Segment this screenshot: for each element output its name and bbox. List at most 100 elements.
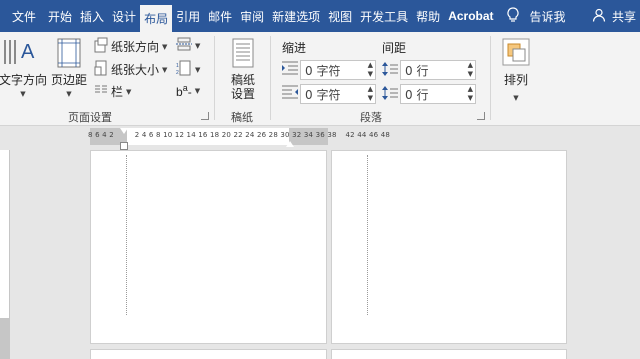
margins-button[interactable]: 页边距 ▼ xyxy=(50,36,88,101)
line-numbers-icon: 12 xyxy=(176,60,192,79)
tab-new[interactable]: 新建选项 xyxy=(268,0,324,32)
tab-file[interactable]: 文件 xyxy=(4,0,44,32)
tab-view[interactable]: 视图 xyxy=(324,0,356,32)
manuscript-group-label: 稿纸 xyxy=(231,111,253,124)
tab-design[interactable]: 设计 xyxy=(108,0,140,32)
lightbulb-icon xyxy=(506,6,520,26)
size-button[interactable]: 纸张大小 ▼ xyxy=(94,60,167,79)
size-label: 纸张大小 xyxy=(111,63,160,77)
ruler-left-numbers: 8 6 4 2 xyxy=(88,131,114,139)
manuscript-icon xyxy=(230,38,256,73)
spinner-arrows-icon[interactable]: ▲ ▼ xyxy=(368,61,373,79)
paragraph-group-label: 段落 xyxy=(360,111,382,124)
page-setup-launcher[interactable] xyxy=(201,112,209,120)
orientation-button[interactable]: 纸张方向 ▼ xyxy=(94,37,167,56)
person-icon xyxy=(592,8,606,25)
hyphenation-icon: ba- xyxy=(176,83,192,99)
line-numbers-button[interactable]: 12 ▼ xyxy=(176,60,200,79)
divider xyxy=(490,36,491,120)
text-direction-button[interactable]: A 文字方向 ▼ xyxy=(0,36,48,101)
spacing-before-field[interactable]: 0 行 ▲ ▼ xyxy=(400,60,476,80)
indent-right-field[interactable]: 0 字符 ▲ ▼ xyxy=(300,84,376,104)
chevron-down-icon: ▼ xyxy=(195,41,201,50)
page-3[interactable] xyxy=(90,349,327,359)
divider xyxy=(214,36,215,120)
chevron-down-icon: ▼ xyxy=(194,87,201,95)
breaks-button[interactable]: ▼ xyxy=(176,37,200,54)
chevron-down-icon: ▼ xyxy=(66,90,72,98)
indent-left-icon xyxy=(282,61,298,77)
text-direction-label: 文字方向 xyxy=(0,73,47,87)
margins-label: 页边距 xyxy=(50,73,87,87)
spacing-after-icon xyxy=(382,85,398,101)
page-setup-group-label: 页面设置 xyxy=(68,111,112,124)
tell-me-search[interactable]: 告诉我 xyxy=(498,0,566,32)
tell-me-label: 告诉我 xyxy=(529,9,566,24)
indent-marker-top[interactable] xyxy=(120,128,128,134)
tab-layout[interactable]: 布局 xyxy=(140,5,173,32)
spacing-before-value: 0 行 xyxy=(405,63,429,78)
svg-text:A: A xyxy=(21,41,35,63)
orientation-label: 纸张方向 xyxy=(111,40,160,54)
ruler-numbers: 8 6 4 2 2 4 6 8 10 12 14 16 18 20 22 24 … xyxy=(88,131,390,139)
arrange-label: 排列 xyxy=(503,73,528,87)
orientation-icon xyxy=(94,37,108,56)
indent-left-field[interactable]: 0 字符 ▲ ▼ xyxy=(300,60,376,80)
hyphenation-button[interactable]: ba- ▼ xyxy=(176,83,200,99)
breaks-icon xyxy=(176,37,192,54)
chevron-down-icon: ▼ xyxy=(162,42,168,51)
text-boundary-line xyxy=(126,155,127,315)
indent-right-icon xyxy=(282,85,298,101)
text-boundary-line xyxy=(367,155,368,315)
ruler-right-numbers: 2 4 6 8 10 12 14 16 18 20 22 24 26 28 30… xyxy=(134,131,337,139)
tab-review[interactable]: 审阅 xyxy=(236,0,268,32)
vertical-ruler-margin xyxy=(0,318,10,359)
manuscript-label: 稿纸设置 xyxy=(230,73,255,101)
chevron-down-icon: ▼ xyxy=(513,94,519,102)
margins-icon xyxy=(54,36,84,73)
ribbon-tab-bar: 文件 开始 插入 设计 布局 引用 邮件 审阅 新建选项 视图 开发工具 帮助 … xyxy=(0,0,640,32)
spacing-after-field[interactable]: 0 行 ▲ ▼ xyxy=(400,84,476,104)
spacing-after-value: 0 行 xyxy=(405,87,429,102)
indent-marker-bottom[interactable] xyxy=(120,142,128,150)
manuscript-settings-button[interactable]: 稿纸设置 xyxy=(222,38,264,101)
spinner-arrows-icon[interactable]: ▲ ▼ xyxy=(368,85,373,103)
columns-icon xyxy=(94,83,108,100)
tab-developer[interactable]: 开发工具 xyxy=(356,0,412,32)
columns-button[interactable]: 栏 ▼ xyxy=(94,83,131,100)
share-button[interactable]: 共享 xyxy=(592,0,636,32)
svg-text:2: 2 xyxy=(176,70,179,76)
divider xyxy=(270,36,271,120)
chevron-down-icon: ▼ xyxy=(162,65,168,74)
ruler-overflow-numbers: 42 44 46 48 xyxy=(345,131,391,139)
tab-home[interactable]: 开始 xyxy=(44,0,76,32)
page-1[interactable] xyxy=(90,150,327,344)
tab-help[interactable]: 帮助 xyxy=(412,0,444,32)
tab-acrobat[interactable]: Acrobat xyxy=(444,0,497,32)
page-4[interactable] xyxy=(331,349,567,359)
spacing-before-icon xyxy=(382,61,398,77)
chevron-down-icon: ▼ xyxy=(126,87,132,96)
indent-left-value: 0 字符 xyxy=(305,63,341,78)
page-2[interactable] xyxy=(331,150,567,344)
indent-right-value: 0 字符 xyxy=(305,87,341,102)
text-direction-icon: A xyxy=(1,36,45,73)
right-indent-marker[interactable] xyxy=(286,141,294,147)
paragraph-launcher[interactable] xyxy=(477,112,485,120)
arrange-button[interactable]: 排列 ▼ xyxy=(496,38,536,105)
columns-label: 栏 xyxy=(111,85,124,99)
tab-mailings[interactable]: 邮件 xyxy=(204,0,236,32)
spacing-label: 间距 xyxy=(382,41,407,55)
chevron-down-icon: ▼ xyxy=(195,65,201,74)
chevron-down-icon: ▼ xyxy=(20,90,26,98)
paper-size-icon xyxy=(94,60,108,79)
tab-insert[interactable]: 插入 xyxy=(76,0,108,32)
share-label: 共享 xyxy=(611,9,636,24)
spinner-arrows-icon[interactable]: ▲ ▼ xyxy=(468,85,473,103)
spinner-arrows-icon[interactable]: ▲ ▼ xyxy=(468,61,473,79)
arrange-icon xyxy=(502,38,530,69)
indent-label: 缩进 xyxy=(282,41,307,55)
ribbon-layout: A 文字方向 ▼ 页边距 ▼ 纸张方向 ▼ 纸张大小 ▼ 栏 ▼ ▼ 1 2 ▼… xyxy=(0,32,640,126)
svg-text:1: 1 xyxy=(176,63,179,69)
tab-references[interactable]: 引用 xyxy=(172,0,204,32)
